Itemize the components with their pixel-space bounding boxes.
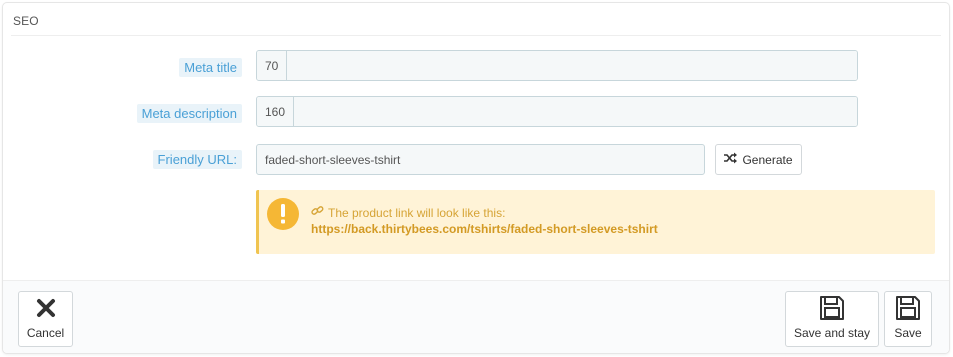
- cancel-button-label: Cancel: [26, 326, 65, 340]
- meta-description-label: Meta description: [136, 103, 242, 123]
- shuffle-icon: [724, 152, 738, 167]
- save-button-label: Save: [894, 326, 922, 340]
- floppy-disk-icon: [819, 294, 845, 322]
- close-icon: [36, 294, 56, 322]
- save-button[interactable]: Save: [884, 291, 932, 347]
- cancel-button[interactable]: Cancel: [18, 291, 73, 347]
- panel-title: SEO: [13, 14, 39, 28]
- link-icon: [311, 205, 324, 220]
- generate-button-label: Generate: [742, 152, 793, 167]
- meta-title-input[interactable]: [287, 51, 857, 80]
- alert-message: The product link will look like this:: [328, 205, 506, 220]
- save-and-stay-button[interactable]: Save and stay: [785, 291, 879, 347]
- product-link-url[interactable]: https://back.thirtybees.com/tshirts/fade…: [311, 222, 658, 236]
- meta-description-input[interactable]: [294, 97, 857, 126]
- heading-divider: [11, 35, 941, 36]
- friendly-url-label: Friendly URL:: [152, 149, 242, 169]
- friendly-url-value: faded-short-sleeves-tshirt: [265, 152, 401, 167]
- friendly-url-label-wrap: Friendly URL:: [152, 149, 242, 169]
- exclamation-icon: [267, 198, 299, 230]
- seo-panel: SEO Meta title 70 Meta description 160 F…: [2, 2, 950, 354]
- panel-footer: Cancel Save and stay Save: [3, 280, 949, 353]
- generate-button[interactable]: Generate: [715, 144, 802, 175]
- meta-title-label-wrap: Meta title: [179, 57, 242, 77]
- alert-message-row: The product link will look like this:: [311, 205, 505, 220]
- meta-title-input-group: 70: [256, 50, 858, 81]
- meta-description-counter: 160: [257, 97, 295, 126]
- meta-description-input-group: 160: [256, 96, 858, 127]
- product-link-alert: The product link will look like this: ht…: [256, 190, 935, 254]
- meta-description-label-wrap: Meta description: [136, 103, 242, 123]
- meta-title-counter: 70: [257, 51, 288, 80]
- save-and-stay-label: Save and stay: [793, 326, 871, 340]
- friendly-url-input[interactable]: faded-short-sleeves-tshirt: [256, 144, 705, 175]
- meta-title-label: Meta title: [179, 57, 242, 77]
- floppy-disk-icon: [895, 294, 921, 322]
